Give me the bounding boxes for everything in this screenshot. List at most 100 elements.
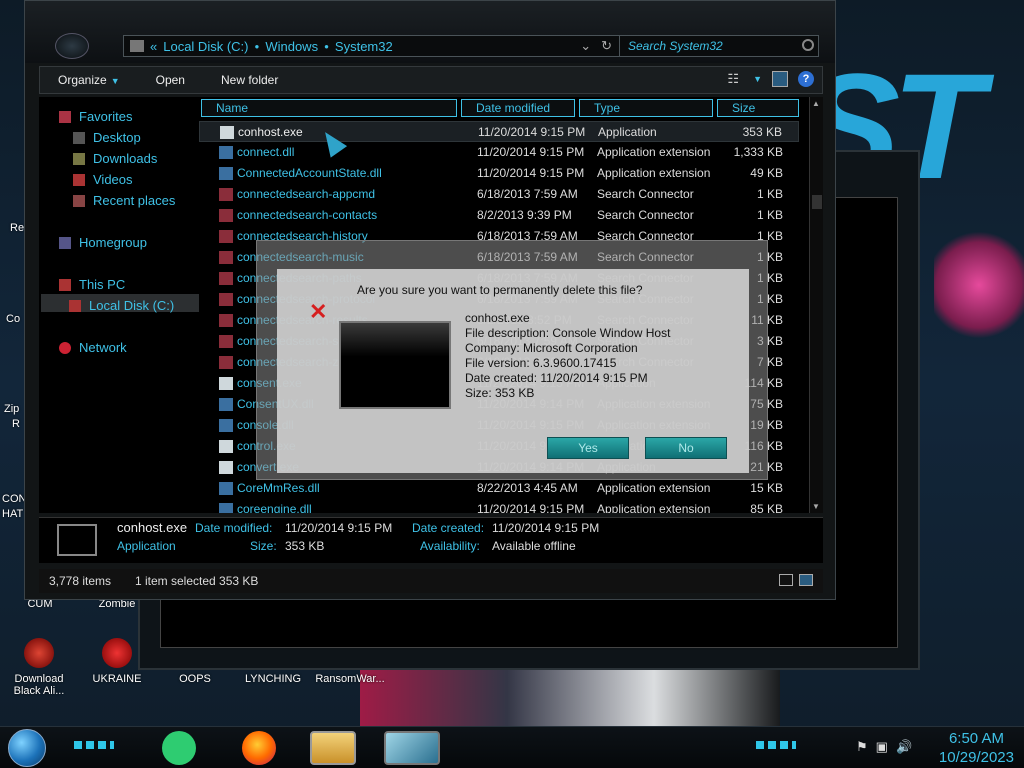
organize-button[interactable]: Organize ▼ [40, 73, 138, 87]
chevron-right-icon[interactable]: ● [254, 42, 259, 51]
delete-x-icon: ✕ [309, 299, 328, 324]
file-type-icon [219, 251, 233, 264]
yes-button[interactable]: Yes [547, 437, 629, 459]
delete-file-dialog[interactable]: Are you sure you want to permanently del… [256, 240, 768, 480]
address-bar[interactable]: « Local Disk (C:) ● Windows ● System32 ⌄… [123, 35, 631, 57]
details-filetype: Application [117, 539, 176, 553]
column-header-date[interactable]: Date modified [461, 99, 575, 117]
desktop-icon-ransomware[interactable]: RansomWar... [312, 673, 388, 685]
chevron-right-icon[interactable]: ● [324, 42, 329, 51]
volume-icon[interactable]: 🔊 [896, 739, 912, 755]
search-input[interactable]: Search System32 [619, 35, 819, 57]
file-size: 15 KB [750, 481, 783, 495]
file-date-modified: 6/18/2013 7:59 AM [477, 187, 578, 201]
table-row[interactable]: coreengine.dll 11/20/2014 9:15 PM Applicat… [199, 499, 799, 513]
scroll-down-icon[interactable]: ▼ [812, 502, 820, 511]
drive-icon [69, 299, 81, 312]
clock-time: 6:50 AM [948, 730, 1004, 747]
nav-network[interactable]: Network [59, 340, 127, 355]
desktop-icon-image[interactable] [24, 638, 54, 668]
address-segment-system32[interactable]: System32 [335, 39, 393, 54]
table-row[interactable]: conhost.exe 11/20/2014 9:15 PM Application… [199, 121, 799, 142]
desktop-icon-download[interactable]: Download Black Ali... [2, 673, 76, 697]
nav-favorites[interactable]: Favorites [59, 109, 132, 124]
nav-desktop[interactable]: Desktop [73, 130, 141, 145]
large-icons-view-icon[interactable] [799, 574, 813, 586]
star-icon [59, 110, 71, 123]
scrollbar-thumb[interactable] [812, 195, 822, 209]
desktop-icon-oops[interactable]: OOPS [170, 673, 220, 685]
chevron-down-icon[interactable]: ▼ [753, 74, 762, 84]
back-button[interactable] [55, 33, 89, 59]
file-explorer-taskbar-button[interactable] [310, 731, 356, 765]
file-date-modified: 8/22/2013 4:45 AM [477, 481, 578, 495]
desktop-icon-label[interactable]: Re [10, 222, 24, 234]
file-size: 49 KB [750, 166, 783, 180]
preview-pane-icon[interactable] [772, 71, 788, 87]
status-selection: 1 item selected 353 KB [135, 574, 259, 588]
no-button[interactable]: No [645, 437, 727, 459]
dialog-body: Are you sure you want to permanently del… [277, 269, 749, 473]
command-bar: Organize ▼ Open New folder ☷ ▼ ? [39, 66, 823, 94]
column-header-name[interactable]: Name [201, 99, 457, 117]
table-row[interactable]: CoreMmRes.dll 8/22/2013 4:45 AM Applicatio… [199, 478, 799, 499]
column-header-size[interactable]: Size [717, 99, 799, 117]
table-row[interactable]: connect.dll 11/20/2014 9:15 PM Application… [199, 142, 799, 163]
taskbar-clock[interactable]: 6:50 AM 10/29/2023 [939, 729, 1014, 767]
vertical-scrollbar[interactable]: ▲ ▼ [809, 97, 823, 513]
desktop-icon-image[interactable] [102, 638, 132, 668]
nav-recent-places[interactable]: Recent places [73, 193, 175, 208]
status-item-count: 3,778 items [49, 574, 112, 588]
firefox-icon[interactable] [242, 731, 276, 765]
address-segment-local-disk[interactable]: Local Disk (C:) [163, 39, 248, 54]
action-center-flag-icon[interactable]: ⚑ [856, 739, 868, 755]
details-view-icon[interactable] [779, 574, 793, 586]
nav-label: Network [79, 340, 127, 355]
help-icon[interactable]: ? [798, 71, 814, 87]
homegroup-icon [59, 236, 71, 249]
clock-date: 10/29/2023 [938, 749, 1014, 766]
spotify-icon[interactable] [162, 731, 196, 765]
wallpaper-art-glow [934, 230, 1024, 340]
file-type-icon [219, 167, 233, 180]
desktop-icon-label[interactable]: CON [2, 493, 26, 505]
file-type-icon [219, 482, 233, 495]
search-icon[interactable] [802, 39, 814, 51]
nav-this-pc[interactable]: This PC [59, 277, 125, 292]
nav-downloads[interactable]: Downloads [73, 151, 157, 166]
chevron-down-icon[interactable]: ⌄ [580, 38, 595, 54]
nav-videos[interactable]: Videos [73, 172, 133, 187]
column-header-type[interactable]: Type [579, 99, 713, 117]
open-button[interactable]: Open [138, 73, 203, 87]
table-row[interactable]: ConnectedAccountState.dll 11/20/2014 9:15… [199, 163, 799, 184]
start-button[interactable] [8, 729, 46, 767]
address-back-chevron[interactable]: « [150, 39, 157, 54]
file-type-icon [219, 503, 233, 513]
desktop-icon-label[interactable]: Zip [4, 403, 19, 415]
details-availability-value: Available offline [492, 539, 576, 553]
file-preview-thumbnail [339, 321, 451, 409]
window-taskbar-button[interactable] [384, 731, 440, 765]
desktop-icon-label[interactable]: Co [6, 313, 20, 325]
network-tray-icon[interactable]: ▣ [876, 739, 888, 755]
dialog-question: Are you sure you want to permanently del… [357, 283, 643, 297]
details-modified-value: 11/20/2014 9:15 PM [285, 521, 393, 535]
details-pane: conhost.exe Application Date modified: 1… [39, 517, 823, 563]
desktop-icon-label[interactable]: HAT [2, 508, 23, 520]
address-segment-windows[interactable]: Windows [265, 39, 318, 54]
new-folder-button[interactable]: New folder [203, 73, 296, 87]
table-row[interactable]: connectedsearch-appcmd 6/18/2013 7:59 AM S… [199, 184, 799, 205]
nav-homegroup[interactable]: Homegroup [59, 235, 147, 250]
file-type-icon [219, 209, 233, 222]
nav-label: Desktop [93, 130, 141, 145]
details-created-value: 11/20/2014 9:15 PM [492, 521, 600, 535]
table-row[interactable]: connectedsearch-contacts 8/2/2013 9:39 PM… [199, 205, 799, 226]
details-modified-label: Date modified: [195, 521, 273, 535]
nav-local-disk[interactable]: Local Disk (C:) [69, 298, 174, 313]
file-date-modified: 11/20/2014 9:15 PM [477, 145, 585, 159]
desktop-icon-label[interactable]: R [12, 418, 20, 430]
desktop-icon-ukraine[interactable]: UKRAINE [86, 673, 148, 685]
scroll-up-icon[interactable]: ▲ [812, 99, 820, 108]
desktop-icon-lynching[interactable]: LYNCHING [240, 673, 306, 685]
view-options-icon[interactable]: ☷ [727, 71, 739, 87]
